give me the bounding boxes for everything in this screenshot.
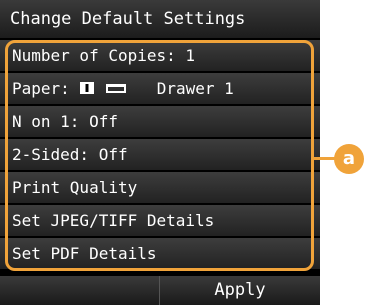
menu-item-detail: Drawer 1 — [156, 79, 234, 98]
menu-item-paper[interactable]: Paper: Drawer 1 — [0, 73, 320, 105]
callout-connector-line — [314, 157, 336, 160]
apply-button[interactable]: Apply — [160, 276, 320, 305]
printer-panel-screen: Change Default Settings Number of Copies… — [0, 0, 320, 305]
settings-menu-list: Number of Copies: 1 Paper: Drawer 1 N on… — [0, 40, 320, 270]
menu-item-label: Set JPEG/TIFF Details — [12, 211, 215, 230]
page-title: Change Default Settings — [0, 0, 320, 38]
menu-item-label: Paper: — [12, 79, 70, 98]
menu-item-set-pdf-details[interactable]: Set PDF Details — [0, 238, 320, 270]
bottom-bar-blank — [0, 276, 159, 305]
menu-item-label: Number of Copies: 1 — [12, 46, 196, 65]
menu-item-label: N on 1: Off — [12, 112, 118, 131]
menu-item-n-on-1[interactable]: N on 1: Off — [0, 106, 320, 138]
menu-item-label: Print Quality — [12, 178, 138, 197]
callout-badge: a — [334, 144, 364, 174]
menu-item-print-quality[interactable]: Print Quality — [0, 172, 320, 204]
bottom-bar: Apply — [0, 276, 320, 305]
menu-item-2-sided[interactable]: 2-Sided: Off — [0, 139, 320, 171]
paper-orientation-icon — [105, 74, 127, 106]
menu-item-set-jpeg-tiff-details[interactable]: Set JPEG/TIFF Details — [0, 205, 320, 237]
drawer-number-icon — [79, 74, 95, 106]
menu-item-label: Set PDF Details — [12, 244, 157, 263]
menu-item-number-of-copies[interactable]: Number of Copies: 1 — [0, 40, 320, 72]
menu-item-label: 2-Sided: Off — [12, 145, 128, 164]
